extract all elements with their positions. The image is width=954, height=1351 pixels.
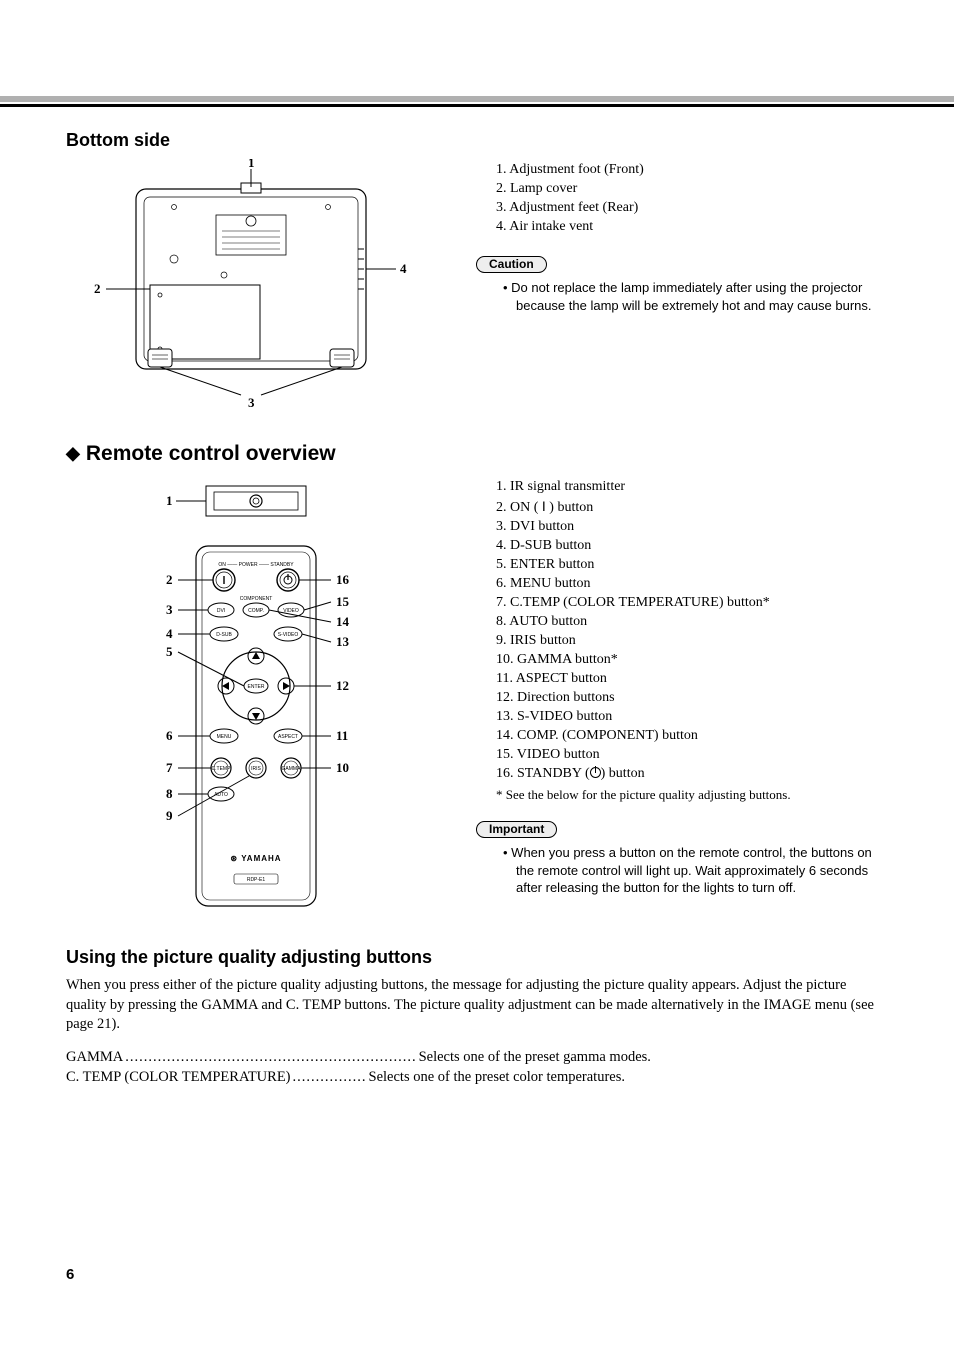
list-item: 13. S-VIDEO button <box>496 709 890 725</box>
list-item: 5. ENTER button <box>496 557 890 573</box>
svg-text:15: 15 <box>336 594 350 609</box>
table-row: GAMMA ..................................… <box>66 1049 890 1066</box>
svg-text:3: 3 <box>166 602 173 617</box>
svg-text:IRIS: IRIS <box>251 766 261 772</box>
list-item: 1. Adjustment foot (Front) <box>496 162 890 178</box>
svg-text:5: 5 <box>166 644 173 659</box>
bottom-side-diagram: 1 2 3 4 <box>66 159 456 414</box>
svg-text:⊛ YAMAHA: ⊛ YAMAHA <box>230 854 281 863</box>
list-item: 4. Air intake vent <box>496 219 890 235</box>
list-item: 4. D-SUB button <box>496 538 890 554</box>
svg-text:ON —— POWER —— STANDBY: ON —— POWER —— STANDBY <box>218 562 294 568</box>
power-icon <box>590 767 601 778</box>
svg-text:7: 7 <box>166 760 173 775</box>
list-item: 1. IR signal transmitter <box>496 479 890 495</box>
svg-text:RDP-E1: RDP-E1 <box>247 877 266 883</box>
caution-tag: Caution <box>476 256 547 273</box>
svg-text:11: 11 <box>336 728 348 743</box>
caution-text: Do not replace the lamp immediately afte… <box>476 279 890 314</box>
bottom-side-heading: Bottom side <box>66 130 890 151</box>
svg-text:C.TEMP: C.TEMP <box>212 766 232 772</box>
list-item: 2. ON ( I ) button <box>496 498 890 516</box>
svg-text:8: 8 <box>166 786 173 801</box>
important-tag: Important <box>476 821 557 838</box>
svg-text:COMP.: COMP. <box>248 608 264 614</box>
list-item: 14. COMP. (COMPONENT) button <box>496 728 890 744</box>
list-item: 15. VIDEO button <box>496 747 890 763</box>
list-item: 11. ASPECT button <box>496 671 890 687</box>
svg-text:ASPECT: ASPECT <box>278 734 298 740</box>
adjusting-heading: Using the picture quality adjusting butt… <box>66 947 890 968</box>
svg-text:MENU: MENU <box>217 734 232 740</box>
svg-text:D-SUB: D-SUB <box>216 632 232 638</box>
svg-text:12: 12 <box>336 678 349 693</box>
svg-text:6: 6 <box>166 728 173 743</box>
svg-text:COMPONENT: COMPONENT <box>240 596 273 602</box>
svg-text:2: 2 <box>166 572 173 587</box>
remote-heading: ◆Remote control overview <box>66 442 890 466</box>
list-item: 3. DVI button <box>496 519 890 535</box>
list-item: 12. Direction buttons <box>496 690 890 706</box>
svg-text:4: 4 <box>166 626 173 641</box>
callout-1: 1 <box>248 159 255 170</box>
list-item: 3. Adjustment feet (Rear) <box>496 200 890 216</box>
table-row: C. TEMP (COLOR TEMPERATURE) ............… <box>66 1069 890 1086</box>
remote-diagram: 1 ON —— POWER —— STANDBY COMPONENT DVI <box>66 476 456 921</box>
list-item: 6. MENU button <box>496 576 890 592</box>
adjusting-body: When you press either of the picture qua… <box>66 976 890 1035</box>
svg-text:DVI: DVI <box>217 608 225 614</box>
list-item: 8. AUTO button <box>496 614 890 630</box>
page-number: 6 <box>66 1266 74 1283</box>
svg-text:16: 16 <box>336 572 350 587</box>
list-item: 9. IRIS button <box>496 633 890 649</box>
svg-text:13: 13 <box>336 634 350 649</box>
important-text: When you press a button on the remote co… <box>476 844 890 897</box>
remote-footnote: * See the below for the picture quality … <box>476 787 890 803</box>
callout-3: 3 <box>248 395 255 409</box>
svg-text:9: 9 <box>166 808 173 823</box>
list-item: 10. GAMMA button* <box>496 652 890 668</box>
header-bands <box>0 96 954 107</box>
svg-text:GAMMA: GAMMA <box>282 766 302 772</box>
svg-text:10: 10 <box>336 760 349 775</box>
svg-text:14: 14 <box>336 614 350 629</box>
callout-remote-1: 1 <box>166 493 173 508</box>
callout-2: 2 <box>94 281 101 296</box>
remote-list: 1. IR signal transmitter 2. ON ( I ) but… <box>476 479 890 782</box>
svg-text:ENTER: ENTER <box>248 684 265 690</box>
definition-table: GAMMA ..................................… <box>66 1049 890 1086</box>
svg-text:S-VIDEO: S-VIDEO <box>278 632 299 638</box>
bottom-side-list: 1. Adjustment foot (Front) 2. Lamp cover… <box>476 162 890 235</box>
list-item: 7. C.TEMP (COLOR TEMPERATURE) button* <box>496 595 890 611</box>
list-item: 2. Lamp cover <box>496 181 890 197</box>
list-item: 16. STANDBY () button <box>496 766 890 782</box>
callout-4: 4 <box>400 261 407 276</box>
